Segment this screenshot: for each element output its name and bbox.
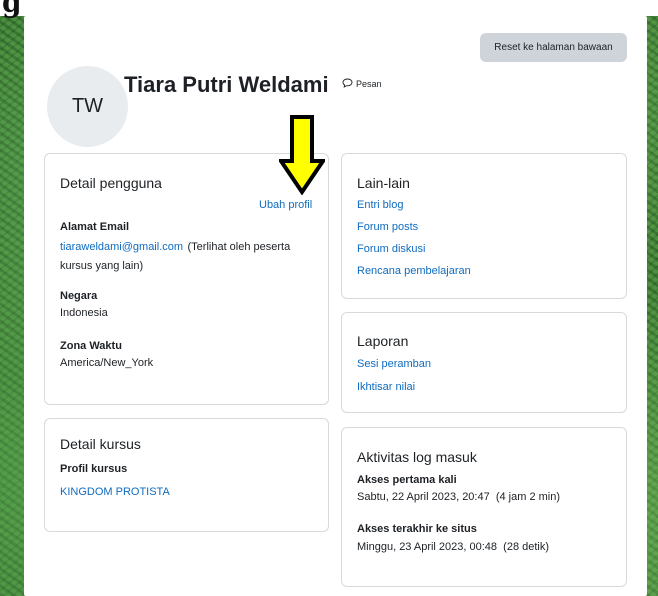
blog-entries-link[interactable]: Entri blog — [357, 199, 403, 211]
avatar: TW — [47, 66, 128, 147]
message-button[interactable]: Pesan — [342, 78, 382, 90]
first-access-value: Sabtu, 22 April 2023, 20:47 (4 jam 2 min… — [357, 491, 561, 503]
country-label: Negara — [60, 290, 98, 302]
forum-posts-link[interactable]: Forum posts — [357, 221, 418, 233]
login-activity-title: Aktivitas log masuk — [357, 449, 477, 465]
user-details-title: Detail pengguna — [60, 175, 162, 191]
country-value: Indonesia — [60, 307, 108, 319]
forum-discussions-link[interactable]: Forum diskusi — [357, 243, 425, 255]
course-link[interactable]: KINGDOM PROTISTA — [60, 486, 170, 498]
top-strip: g — [0, 0, 658, 19]
reports-card: Laporan Sesi peramban Ikhtisar nilai — [341, 312, 627, 413]
email-link[interactable]: tiaraweldami@gmail.com — [60, 241, 183, 253]
email-row: tiaraweldami@gmail.com (Terlihat oleh pe… — [60, 237, 315, 275]
browser-sessions-link[interactable]: Sesi peramban — [357, 358, 431, 370]
edit-profile-link[interactable]: Ubah profil — [259, 199, 312, 211]
course-details-title: Detail kursus — [60, 436, 141, 452]
misc-card: Lain-lain Entri blog Forum posts Forum d… — [341, 153, 627, 299]
email-label: Alamat Email — [60, 221, 130, 233]
course-details-card: Detail kursus Profil kursus KINGDOM PROT… — [44, 418, 329, 532]
timezone-value: America/New_York — [60, 357, 154, 369]
reports-title: Laporan — [357, 333, 409, 349]
last-access-label: Akses terakhir ke situs — [357, 523, 477, 535]
avatar-initials: TW — [71, 95, 104, 117]
profile-page: Reset ke halaman bawaan TW Tiara Putri W… — [24, 16, 647, 596]
message-label: Pesan — [356, 79, 382, 89]
misc-title: Lain-lain — [357, 175, 410, 191]
down-arrow-icon — [279, 115, 325, 195]
course-profile-label: Profil kursus — [60, 463, 128, 475]
first-access-label: Akses pertama kali — [357, 474, 457, 486]
timezone-label: Zona Waktu — [60, 340, 122, 352]
login-activity-card: Aktivitas log masuk Akses pertama kali S… — [341, 427, 627, 587]
last-access-value: Minggu, 23 April 2023, 00:48 (28 detik) — [357, 541, 550, 553]
speech-bubble-icon — [342, 78, 353, 90]
page-title: Tiara Putri Weldami — [124, 72, 329, 97]
learning-plans-link[interactable]: Rencana pembelajaran — [357, 265, 471, 277]
reset-page-button[interactable]: Reset ke halaman bawaan — [480, 33, 627, 62]
grades-overview-link[interactable]: Ikhtisar nilai — [357, 381, 415, 393]
corner-text: g — [2, 0, 22, 19]
